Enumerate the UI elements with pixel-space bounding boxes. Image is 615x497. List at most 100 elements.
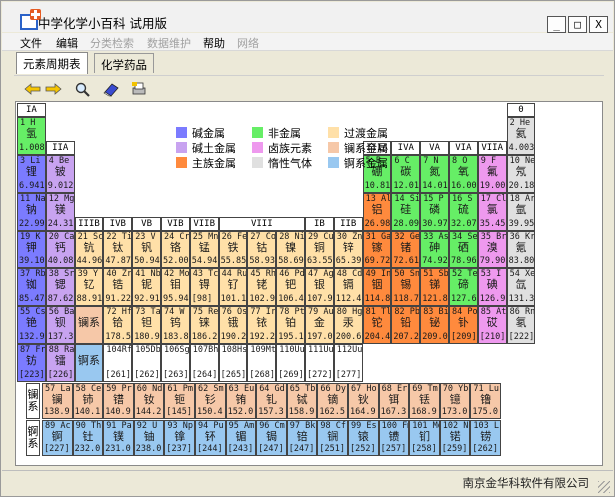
element-cell[interactable]: 61 Pm 钷 [145] xyxy=(164,383,195,419)
element-cell[interactable]: 28 Ni 镍 58.69 xyxy=(276,230,305,269)
element-cell[interactable]: 65 Tb 铽 158.9 xyxy=(286,383,318,419)
element-cell[interactable]: 108Hs [265] xyxy=(218,344,248,382)
element-cell[interactable]: 8 O 氧 16.00 xyxy=(449,155,478,193)
element-cell[interactable]: 82 Pb 铅 207.2 xyxy=(391,306,421,344)
element-cell[interactable]: 12 Mg 镁 24.31 xyxy=(45,192,75,231)
element-cell[interactable]: 60 Nd 钕 144.2 xyxy=(133,383,165,419)
element-cell[interactable]: 锕系 xyxy=(74,344,104,382)
element-cell[interactable]: 13 Al 铝 26.98 xyxy=(362,192,392,231)
element-cell[interactable]: 36 Kr 氪 83.80 xyxy=(506,230,536,269)
menu-help[interactable]: 帮助 xyxy=(203,35,225,51)
element-cell[interactable]: 92 U 铀 238.0 xyxy=(133,420,165,456)
element-cell[interactable]: 81 Tl 铊 204.4 xyxy=(362,306,392,344)
element-cell[interactable]: 镧系 xyxy=(74,306,104,344)
element-cell[interactable]: 19 K 钾 39.10 xyxy=(17,230,46,269)
menu-network[interactable]: 网络 xyxy=(237,35,259,51)
element-cell[interactable]: 110Uun [269] xyxy=(276,344,305,382)
element-cell[interactable]: 25 Mn 锰 54.94 xyxy=(189,230,219,269)
magnifier-icon[interactable] xyxy=(74,81,92,97)
element-cell[interactable]: 3 Li 锂 6.941 xyxy=(17,155,46,193)
element-cell[interactable]: 51 Sb 锑 121.8 xyxy=(420,268,449,307)
element-cell[interactable]: 40 Zr 锆 91.22 xyxy=(103,268,133,307)
element-cell[interactable]: 54 Xe 氙 131.3 xyxy=(506,268,536,307)
element-cell[interactable]: 62 Sm 钐 150.4 xyxy=(195,383,226,419)
element-cell[interactable]: 83 Bi 铋 209.0 xyxy=(420,306,449,344)
menu-file[interactable]: 文件 xyxy=(20,35,42,51)
element-cell[interactable]: 32 Ge 锗 72.61 xyxy=(391,230,421,269)
element-cell[interactable]: 16 S 硫 32.07 xyxy=(449,192,478,231)
element-cell[interactable]: 80 Hg 汞 200.6 xyxy=(333,306,363,344)
element-cell[interactable]: 63 Eu 铕 152.0 xyxy=(225,383,257,419)
element-cell[interactable]: 58 Ce 铈 140.1 xyxy=(72,383,104,419)
element-cell[interactable]: 55 Cs 铯 132.9 xyxy=(17,306,46,344)
element-cell[interactable]: 77 Ir 铱 192.2 xyxy=(247,306,277,344)
element-cell[interactable]: 29 Cu 铜 63.55 xyxy=(305,230,334,269)
element-cell[interactable]: 50 Sn 锡 118.7 xyxy=(391,268,421,307)
element-cell[interactable]: 27 Co 钴 58.93 xyxy=(247,230,277,269)
element-cell[interactable]: 73 Ta 钽 180.9 xyxy=(132,306,161,344)
element-cell[interactable]: 1 H 氢 1.008 xyxy=(17,117,46,155)
print-icon[interactable] xyxy=(130,81,148,97)
element-cell[interactable]: 49 In 铟 114.8 xyxy=(362,268,392,307)
element-cell[interactable]: 42 Mo 钼 95.94 xyxy=(161,268,190,307)
element-cell[interactable]: 53 I 碘 126.9 xyxy=(477,268,507,307)
element-cell[interactable]: 64 Gd 钆 157.3 xyxy=(256,383,287,419)
element-cell[interactable]: 100 Fm镄[257] xyxy=(378,420,410,456)
element-cell[interactable]: 34 Se 硒 78.96 xyxy=(449,230,478,269)
element-cell[interactable]: 86 Rn 氡 [222] xyxy=(506,306,536,344)
element-cell[interactable]: 93 Np 镎 [237] xyxy=(164,420,195,456)
element-cell[interactable]: 18 Ar 氩 39.95 xyxy=(506,192,536,231)
eraser-icon[interactable] xyxy=(102,81,120,97)
element-cell[interactable]: 104Rf [261] xyxy=(103,344,133,382)
element-cell[interactable]: 94 Pu 钚 [244] xyxy=(195,420,226,456)
element-cell[interactable]: 46 Pd 钯 106.4 xyxy=(276,268,305,307)
element-cell[interactable]: 112Uub [277] xyxy=(333,344,363,382)
forward-arrow-icon[interactable] xyxy=(44,81,62,97)
element-cell[interactable]: 91 Pa 镤 231.0 xyxy=(103,420,134,456)
element-cell[interactable]: 109Mt [268] xyxy=(247,344,277,382)
back-arrow-icon[interactable] xyxy=(24,81,42,97)
element-cell[interactable]: 44 Ru 钌 101.1 xyxy=(218,268,248,307)
resize-grip-icon[interactable] xyxy=(598,481,610,493)
element-cell[interactable]: 2 He 氦 4.003 xyxy=(506,117,536,155)
element-cell[interactable]: 90 Th 钍 232.0 xyxy=(72,420,104,456)
element-cell[interactable]: 84 Po 钋 [209] xyxy=(449,306,478,344)
element-cell[interactable]: 23 V 钒 50.94 xyxy=(132,230,161,269)
element-cell[interactable]: 99 Es 锿 [252] xyxy=(348,420,379,456)
element-cell[interactable]: 70 Yb 镱 173.0 xyxy=(439,383,471,419)
element-cell[interactable]: 4 Be 铍 9.012 xyxy=(45,155,75,193)
element-cell[interactable]: 11 Na 钠 22.99 xyxy=(17,192,46,231)
element-cell[interactable]: 95 Am 镅 [243] xyxy=(225,420,257,456)
element-cell[interactable]: 30 Zn 锌 65.39 xyxy=(333,230,363,269)
element-cell[interactable]: 38 Sr 锶 87.62 xyxy=(45,268,75,307)
element-cell[interactable]: 14 Si 硅 28.09 xyxy=(391,192,421,231)
element-cell[interactable]: 72 Hf 铪 178.5 xyxy=(103,306,133,344)
minimize-button[interactable]: _ xyxy=(547,16,566,33)
element-cell[interactable]: 66 Dy 镝 162.5 xyxy=(317,383,348,419)
element-cell[interactable]: 68 Er 铒 167.3 xyxy=(378,383,410,419)
element-cell[interactable]: 87 Fr 钫 [223] xyxy=(17,344,46,382)
element-cell[interactable]: 45 Rh 铑 102.9 xyxy=(247,268,277,307)
element-cell[interactable]: 56 Ba 钡 137.3 xyxy=(45,306,75,344)
tab-periodic-table[interactable]: 元素周期表 xyxy=(16,52,88,74)
menu-data[interactable]: 数据维护 xyxy=(147,35,191,51)
element-cell[interactable]: 37 Rb 铷 85.47 xyxy=(17,268,46,307)
element-cell[interactable]: 22 Ti 钛 47.87 xyxy=(103,230,133,269)
element-cell[interactable]: 102 No锘[259] xyxy=(439,420,471,456)
element-cell[interactable]: 88 Ra 镭 [226] xyxy=(45,344,75,382)
close-button[interactable]: X xyxy=(589,16,608,33)
tab-chemicals[interactable]: 化学药品 xyxy=(94,53,154,73)
element-cell[interactable]: 69 Tm 铥 168.9 xyxy=(409,383,440,419)
element-cell[interactable]: 101 Md钔[258] xyxy=(409,420,440,456)
element-cell[interactable]: 35 Br 溴 79.90 xyxy=(477,230,507,269)
element-cell[interactable]: 21 Sc 钪 44.96 xyxy=(74,230,104,269)
element-cell[interactable]: 33 As 砷 74.92 xyxy=(420,230,449,269)
element-cell[interactable]: 85 At 砹 [210] xyxy=(477,306,507,344)
element-cell[interactable]: 39 Y 钇 88.91 xyxy=(74,268,104,307)
menu-search[interactable]: 分类检索 xyxy=(90,35,134,51)
element-cell[interactable]: 111Uuu [272] xyxy=(305,344,334,382)
element-cell[interactable]: 98 Cf 锎 [251] xyxy=(317,420,348,456)
element-cell[interactable]: 106Sg [263] xyxy=(161,344,190,382)
element-cell[interactable]: 9 F 氟 19.00 xyxy=(477,155,507,193)
element-cell[interactable]: 71 Lu 镥 175.0 xyxy=(470,383,501,419)
